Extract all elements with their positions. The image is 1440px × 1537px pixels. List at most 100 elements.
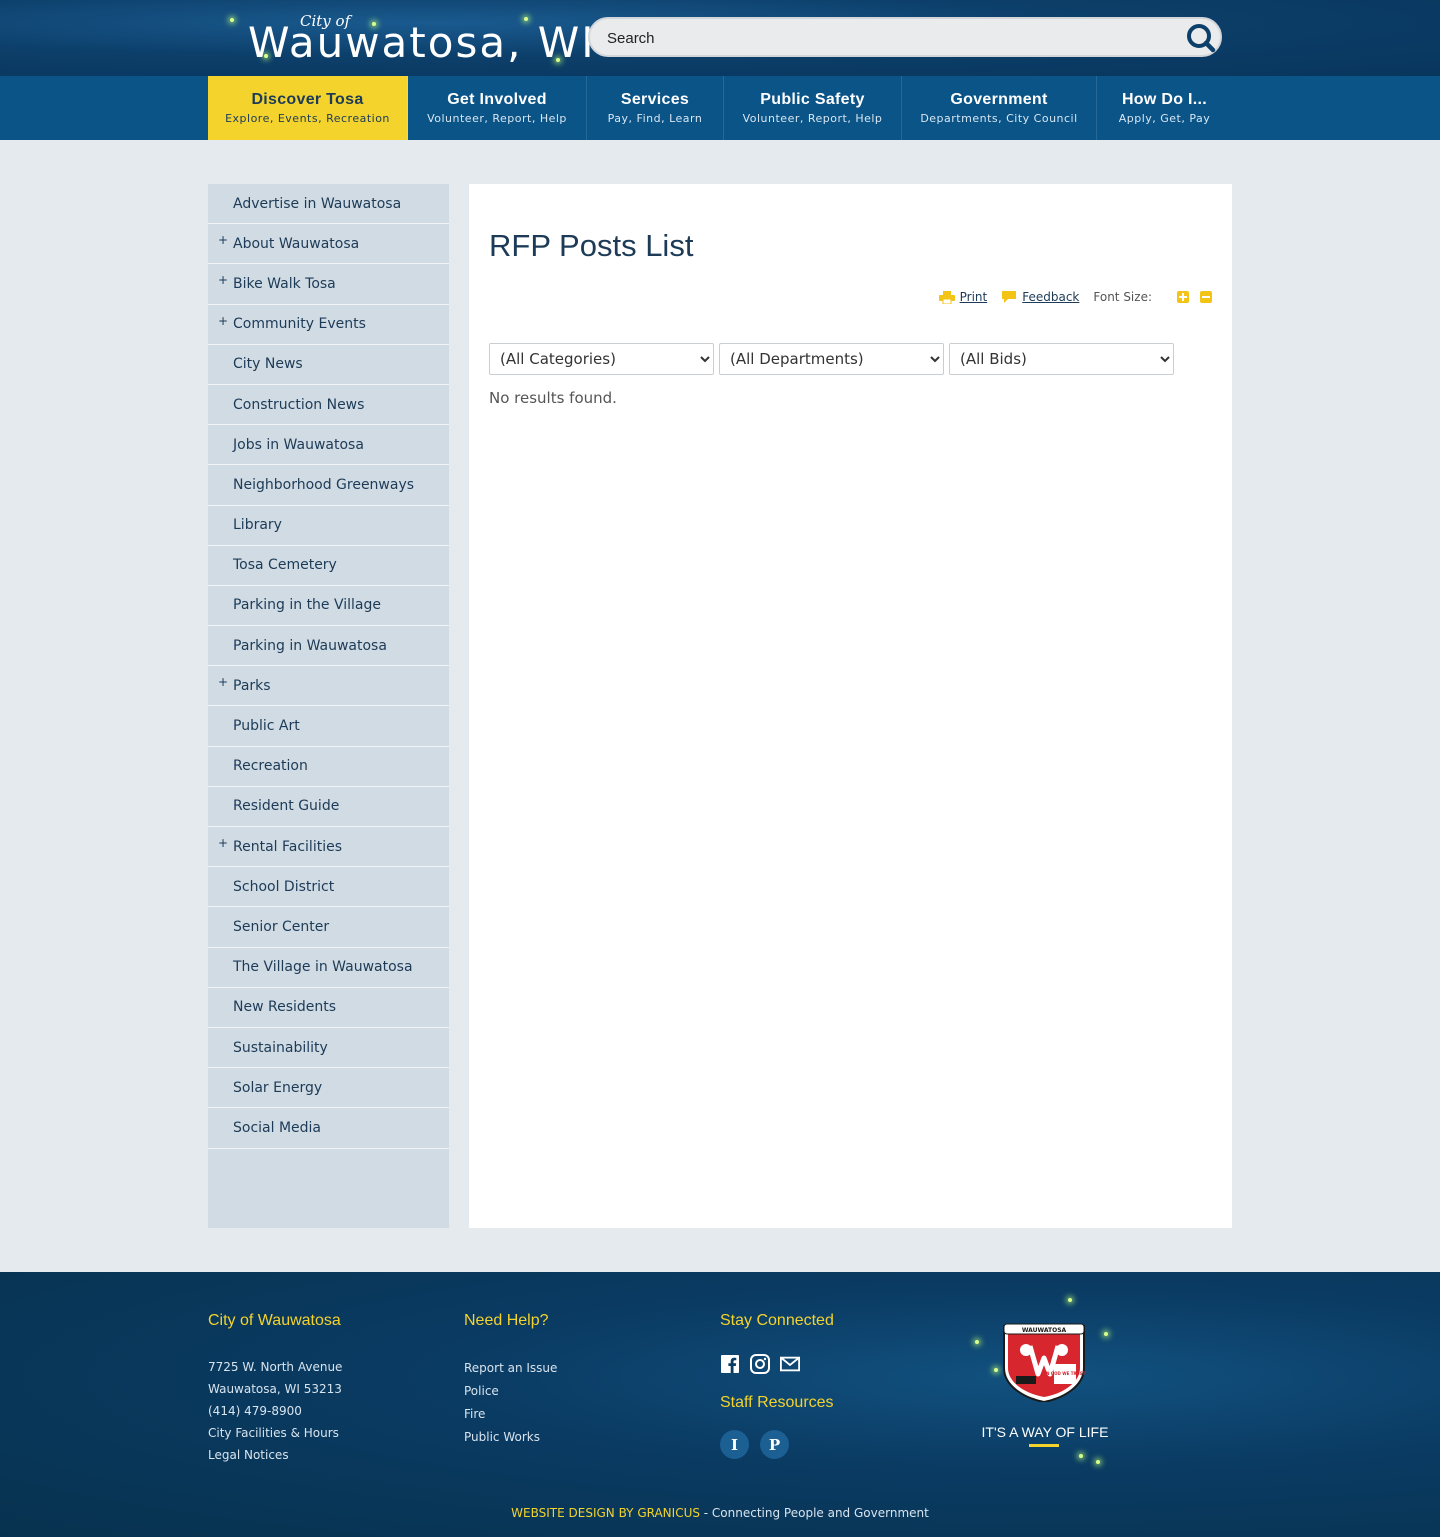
sparkle-decoration bbox=[1104, 1332, 1108, 1336]
footer-legal-link[interactable]: Legal Notices bbox=[208, 1444, 342, 1466]
footer-phone[interactable]: (414) 479-8900 bbox=[208, 1400, 342, 1422]
sidebar-item-label: Recreation bbox=[233, 758, 308, 775]
sidebar-item-label: Community Events bbox=[233, 316, 366, 333]
sidebar-item[interactable]: + Bike Walk Tosa bbox=[208, 264, 449, 305]
footer-link-report-issue[interactable]: Report an Issue bbox=[464, 1357, 557, 1380]
portal-icon[interactable]: P bbox=[760, 1430, 789, 1459]
sidebar-item[interactable]: Senior Center bbox=[208, 907, 449, 948]
sidebar-item[interactable]: The Village in Wauwatosa bbox=[208, 948, 449, 988]
granicus-link[interactable]: WEBSITE DESIGN BY GRANICUS bbox=[511, 1506, 700, 1520]
site-footer: City of Wauwatosa 7725 W. North Avenue W… bbox=[0, 1272, 1440, 1537]
sidebar-item-label: Solar Energy bbox=[233, 1079, 323, 1096]
feedback-icon[interactable] bbox=[1001, 290, 1017, 304]
sidebar-item[interactable]: Advertise in Wauwatosa bbox=[208, 184, 449, 225]
search-button[interactable] bbox=[1184, 21, 1218, 55]
footer-address-line1: 7725 W. North Avenue bbox=[208, 1360, 343, 1374]
sidebar-item[interactable]: Public Art bbox=[208, 706, 449, 747]
print-icon[interactable] bbox=[938, 290, 955, 304]
sidebar-item[interactable]: City News bbox=[208, 345, 449, 385]
sidebar-item[interactable]: Neighborhood Greenways bbox=[208, 465, 449, 506]
city-seal-logo: WAUWATOSA IN GOD WE TRUST bbox=[1003, 1323, 1086, 1402]
sidebar-item-label: Advertise in Wauwatosa bbox=[233, 195, 402, 212]
email-icon[interactable] bbox=[780, 1354, 800, 1374]
site-logo[interactable]: City of Wauwatosa, WI bbox=[248, 10, 594, 70]
sidebar-item-label: Parks bbox=[233, 677, 271, 694]
sidebar-item[interactable]: Recreation bbox=[208, 747, 449, 787]
nav-subtitle: Pay, Find, Learn bbox=[607, 112, 703, 125]
footer-tagline: IT'S A WAY OF LIFE bbox=[981, 1424, 1109, 1440]
facebook-icon[interactable] bbox=[720, 1354, 740, 1374]
sidebar-item[interactable]: School District bbox=[208, 867, 449, 908]
nav-how-do-i[interactable]: How Do I... Apply, Get, Pay bbox=[1097, 76, 1232, 140]
sidebar-item[interactable]: Library bbox=[208, 506, 449, 546]
footer-address-line2: Wauwatosa, WI 53213 bbox=[208, 1382, 342, 1396]
nav-subtitle: Departments, City Council bbox=[920, 112, 1078, 125]
sidebar-item-label: School District bbox=[233, 878, 335, 895]
print-link[interactable]: Print bbox=[960, 290, 988, 304]
instagram-icon[interactable] bbox=[750, 1354, 770, 1374]
page-tools: Print Feedback Font Size: bbox=[938, 290, 1212, 304]
sidebar-item[interactable]: Parking in the Village bbox=[208, 586, 449, 627]
seal-text: WAUWATOSA bbox=[1022, 1327, 1067, 1334]
intranet-icon[interactable]: I bbox=[720, 1430, 749, 1459]
nav-get-involved[interactable]: Get Involved Volunteer, Report, Help bbox=[408, 76, 587, 140]
sidebar-item[interactable]: Tosa Cemetery bbox=[208, 546, 449, 586]
nav-title: Get Involved bbox=[447, 91, 547, 108]
sidebar-item-label: Neighborhood Greenways bbox=[233, 476, 415, 493]
font-increase-icon[interactable] bbox=[1177, 291, 1189, 303]
sidebar-item-label: New Residents bbox=[233, 999, 337, 1016]
sidebar-item[interactable]: Sustainability bbox=[208, 1028, 449, 1069]
sidebar-menu: Advertise in Wauwatosa + About Wauwatosa … bbox=[208, 184, 449, 1228]
footer-facilities-link[interactable]: City Facilities & Hours bbox=[208, 1422, 342, 1444]
nav-title: Services bbox=[620, 91, 690, 108]
nav-title: How Do I... bbox=[1121, 91, 1208, 108]
footer-link-public-works[interactable]: Public Works bbox=[464, 1426, 557, 1449]
search-input[interactable] bbox=[607, 27, 1167, 49]
font-decrease-icon[interactable] bbox=[1200, 291, 1212, 303]
search-icon bbox=[1187, 24, 1216, 53]
nav-government[interactable]: Government Departments, City Council bbox=[902, 76, 1097, 140]
sidebar-item[interactable]: Parking in Wauwatosa bbox=[208, 626, 449, 667]
rfp-filters: (All Categories) (All Departments) (All … bbox=[489, 343, 1179, 375]
sidebar-item[interactable]: + Parks bbox=[208, 666, 449, 707]
nav-public-safety[interactable]: Public Safety Volunteer, Report, Help bbox=[724, 76, 902, 140]
sidebar-item[interactable]: + Community Events bbox=[208, 305, 449, 345]
nav-subtitle: Volunteer, Report, Help bbox=[427, 112, 567, 125]
sidebar-item[interactable]: + Rental Facilities bbox=[208, 827, 449, 868]
nav-services[interactable]: Services Pay, Find, Learn bbox=[587, 76, 724, 140]
footer-link-fire[interactable]: Fire bbox=[464, 1403, 557, 1426]
sidebar-item-label: Sustainability bbox=[233, 1039, 328, 1056]
sidebar-item[interactable]: Solar Energy bbox=[208, 1068, 449, 1109]
expand-plus-icon[interactable]: + bbox=[218, 233, 228, 247]
sidebar-item[interactable]: Jobs in Wauwatosa bbox=[208, 425, 449, 466]
bid-status-select[interactable]: (All Bids) bbox=[949, 343, 1174, 375]
seal-motto: IN GOD WE TRUST bbox=[1045, 1371, 1086, 1376]
sidebar-item-label: Parking in the Village bbox=[233, 597, 382, 614]
credit-text: - Connecting People and Government bbox=[699, 1506, 929, 1520]
sidebar-item-label: Jobs in Wauwatosa bbox=[233, 436, 364, 453]
nav-title: Government bbox=[950, 91, 1048, 108]
feedback-link[interactable]: Feedback bbox=[1022, 290, 1079, 304]
sidebar-item[interactable]: Construction News bbox=[208, 385, 449, 426]
category-select[interactable]: (All Categories) bbox=[489, 343, 714, 375]
expand-plus-icon[interactable]: + bbox=[218, 836, 228, 850]
expand-plus-icon[interactable]: + bbox=[218, 314, 228, 328]
footer-heading: City of Wauwatosa bbox=[208, 1312, 341, 1329]
sidebar-item[interactable]: New Residents bbox=[208, 988, 449, 1028]
sidebar-item-label: Resident Guide bbox=[233, 798, 340, 815]
nav-subtitle: Explore, Events, Recreation bbox=[225, 112, 390, 125]
sidebar-item[interactable]: Social Media bbox=[208, 1108, 449, 1149]
sidebar-item[interactable]: Resident Guide bbox=[208, 787, 449, 827]
footer-link-police[interactable]: Police bbox=[464, 1380, 557, 1403]
nav-discover-tosa[interactable]: Discover Tosa Explore, Events, Recreatio… bbox=[208, 76, 408, 140]
expand-plus-icon[interactable]: + bbox=[218, 273, 228, 287]
nav-subtitle: Apply, Get, Pay bbox=[1118, 112, 1211, 125]
department-select[interactable]: (All Departments) bbox=[719, 343, 944, 375]
expand-plus-icon[interactable]: + bbox=[218, 675, 228, 689]
sidebar-item-label: Social Media bbox=[233, 1119, 322, 1136]
tagline-underline bbox=[1029, 1444, 1059, 1447]
sidebar-item-label: The Village in Wauwatosa bbox=[233, 959, 413, 976]
nav-title: Discover Tosa bbox=[251, 91, 364, 108]
sidebar-item-label: Bike Walk Tosa bbox=[233, 275, 336, 292]
sidebar-item[interactable]: + About Wauwatosa bbox=[208, 224, 449, 265]
